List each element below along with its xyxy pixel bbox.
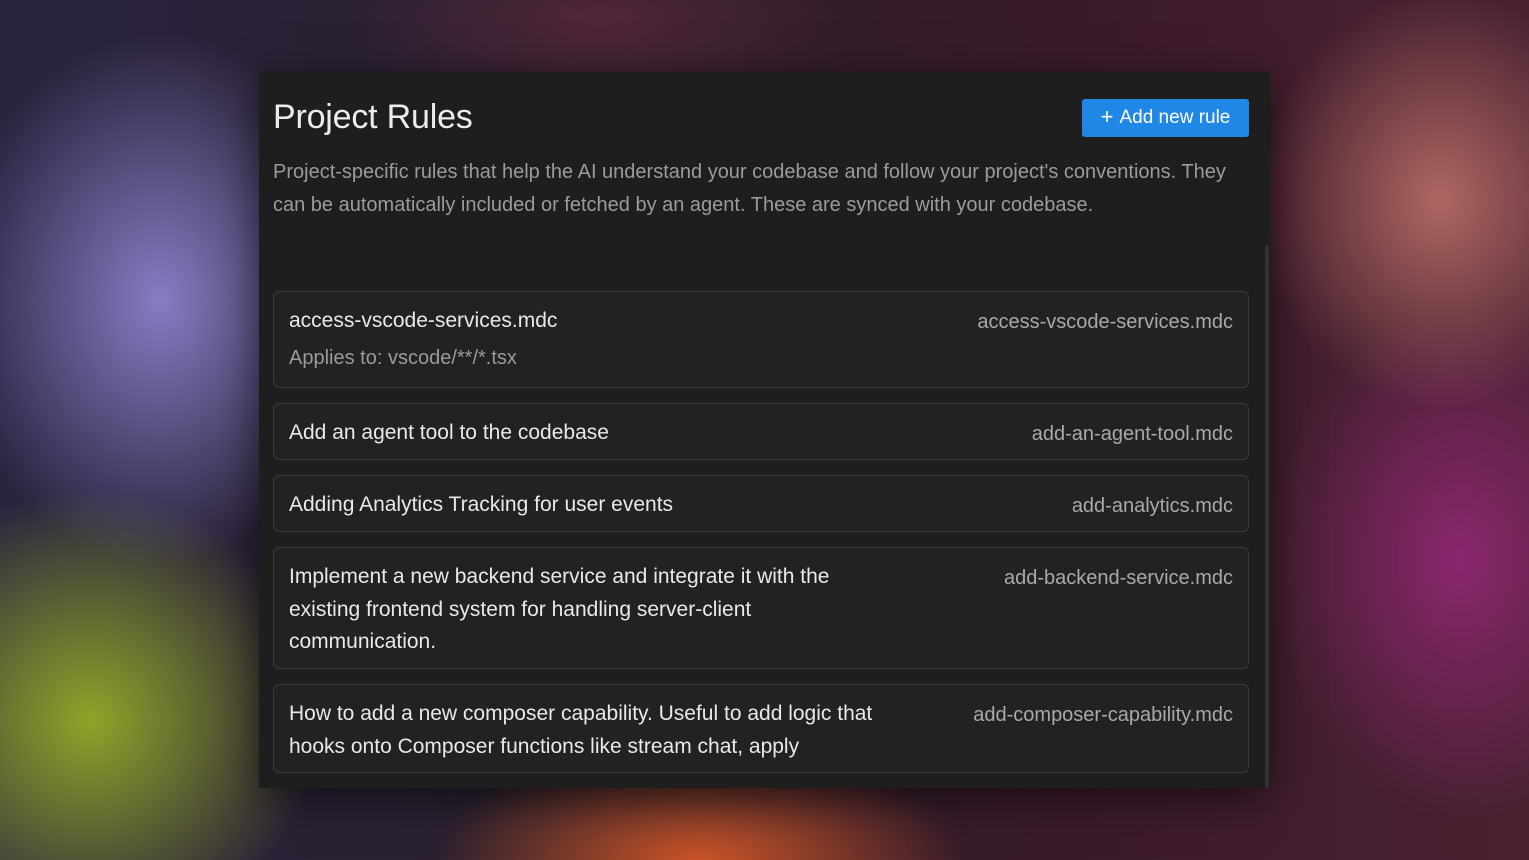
- add-new-rule-label: Add new rule: [1119, 107, 1231, 128]
- project-rules-panel: Project Rules + Add new rule Project-spe…: [259, 72, 1270, 788]
- rule-applies-to: Applies to: vscode/**/*.tsx: [289, 346, 517, 369]
- panel-description: Project-specific rules that help the AI …: [273, 161, 1226, 216]
- rule-title: Add an agent tool to the codebase: [289, 421, 609, 444]
- rule-filename: access-vscode-services.mdc: [977, 311, 1233, 333]
- add-new-rule-button[interactable]: + Add new rule: [1082, 99, 1249, 137]
- rules-list: access-vscode-services.mdc Applies to: v…: [273, 291, 1249, 788]
- rule-card[interactable]: Adding Analytics Tracking for user event…: [273, 475, 1249, 532]
- rule-filename: add-analytics.mdc: [1071, 495, 1233, 517]
- rule-filename: add-backend-service.mdc: [1004, 567, 1233, 589]
- rule-title: Implement a new backend service and inte…: [289, 565, 830, 653]
- rule-card[interactable]: How to add a new composer capability. Us…: [273, 684, 1249, 773]
- rule-card[interactable]: Add an agent tool to the codebase add-an…: [273, 403, 1249, 460]
- rule-card[interactable]: Implement a new backend service and inte…: [273, 547, 1249, 669]
- plus-icon: +: [1100, 104, 1114, 129]
- rule-title: How to add a new composer capability. Us…: [289, 702, 873, 758]
- rule-card[interactable]: access-vscode-services.mdc Applies to: v…: [273, 291, 1249, 388]
- scrollbar[interactable]: [1265, 245, 1269, 788]
- rule-title: Adding Analytics Tracking for user event…: [289, 493, 674, 516]
- rule-filename: add-an-agent-tool.mdc: [1031, 423, 1233, 445]
- page-title: Project Rules: [273, 98, 473, 136]
- rule-title: access-vscode-services.mdc: [289, 309, 558, 332]
- rule-filename: add-composer-capability.mdc: [973, 704, 1233, 726]
